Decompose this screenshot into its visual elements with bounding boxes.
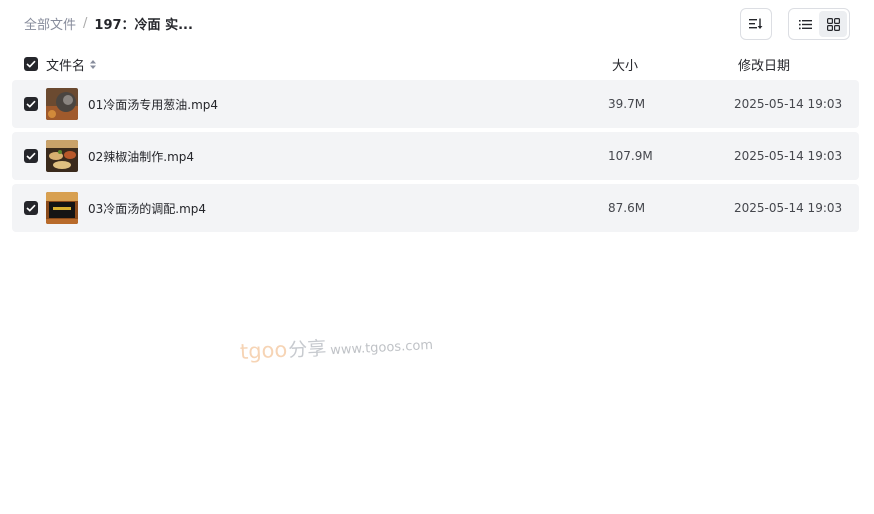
sort-icon	[749, 18, 763, 29]
column-header-name[interactable]: 文件名	[46, 55, 97, 74]
file-row[interactable]: 02辣椒油制作.mp4 107.9M 2025-05-14 19:03	[12, 132, 859, 180]
breadcrumb-current-folder: 197：冷面 实...	[94, 18, 193, 33]
file-modified-date: 2025-05-14 19:03	[734, 97, 843, 111]
breadcrumb: 全部文件 / 197：冷面 实...	[24, 14, 193, 33]
checkmark-icon	[26, 60, 36, 68]
video-thumbnail	[46, 192, 78, 224]
column-header-name-label: 文件名	[46, 59, 86, 74]
row-checkbox[interactable]	[24, 201, 38, 215]
watermark-url: www.tgoos.com	[329, 337, 434, 359]
file-size: 39.7M	[608, 97, 646, 111]
sort-toggle-icon	[90, 60, 97, 69]
watermark-brand-zh: 分享	[287, 337, 327, 362]
file-table-header: 文件名 大小 修改日期	[12, 52, 859, 76]
file-size: 87.6M	[608, 201, 646, 215]
video-thumbnail	[46, 140, 78, 172]
grid-view-button[interactable]	[819, 11, 847, 37]
breadcrumb-root-link[interactable]: 全部文件	[24, 14, 76, 33]
file-modified-date: 2025-05-14 19:03	[734, 149, 843, 163]
sort-button[interactable]	[740, 8, 772, 40]
list-view-icon	[798, 19, 812, 29]
grid-view-icon	[826, 17, 840, 31]
breadcrumb-separator: /	[83, 16, 88, 31]
watermark: tgoo 分享 www.tgoos.com	[239, 328, 433, 365]
row-checkbox[interactable]	[24, 97, 38, 111]
checkmark-icon	[26, 100, 36, 108]
list-view-button[interactable]	[791, 11, 819, 37]
file-name[interactable]: 02辣椒油制作.mp4	[88, 148, 194, 165]
file-name[interactable]: 03冷面汤的调配.mp4	[88, 200, 206, 217]
file-modified-date: 2025-05-14 19:03	[734, 201, 843, 215]
checkmark-icon	[26, 152, 36, 160]
row-checkbox[interactable]	[24, 149, 38, 163]
column-header-size[interactable]: 大小	[612, 55, 638, 74]
top-bar: 全部文件 / 197：冷面 实...	[0, 0, 874, 48]
file-name[interactable]: 01冷面汤专用葱油.mp4	[88, 96, 218, 113]
file-row[interactable]: 01冷面汤专用葱油.mp4 39.7M 2025-05-14 19:03	[12, 80, 859, 128]
checkmark-icon	[26, 204, 36, 212]
column-header-modified[interactable]: 修改日期	[738, 55, 790, 74]
watermark-brand: tgoo	[239, 337, 288, 364]
view-toggle	[788, 8, 850, 40]
file-size: 107.9M	[608, 149, 653, 163]
select-all-checkbox[interactable]	[24, 57, 38, 71]
file-list: 01冷面汤专用葱油.mp4 39.7M 2025-05-14 19:03 02辣…	[12, 80, 859, 236]
file-row[interactable]: 03冷面汤的调配.mp4 87.6M 2025-05-14 19:03	[12, 184, 859, 232]
video-thumbnail	[46, 88, 78, 120]
